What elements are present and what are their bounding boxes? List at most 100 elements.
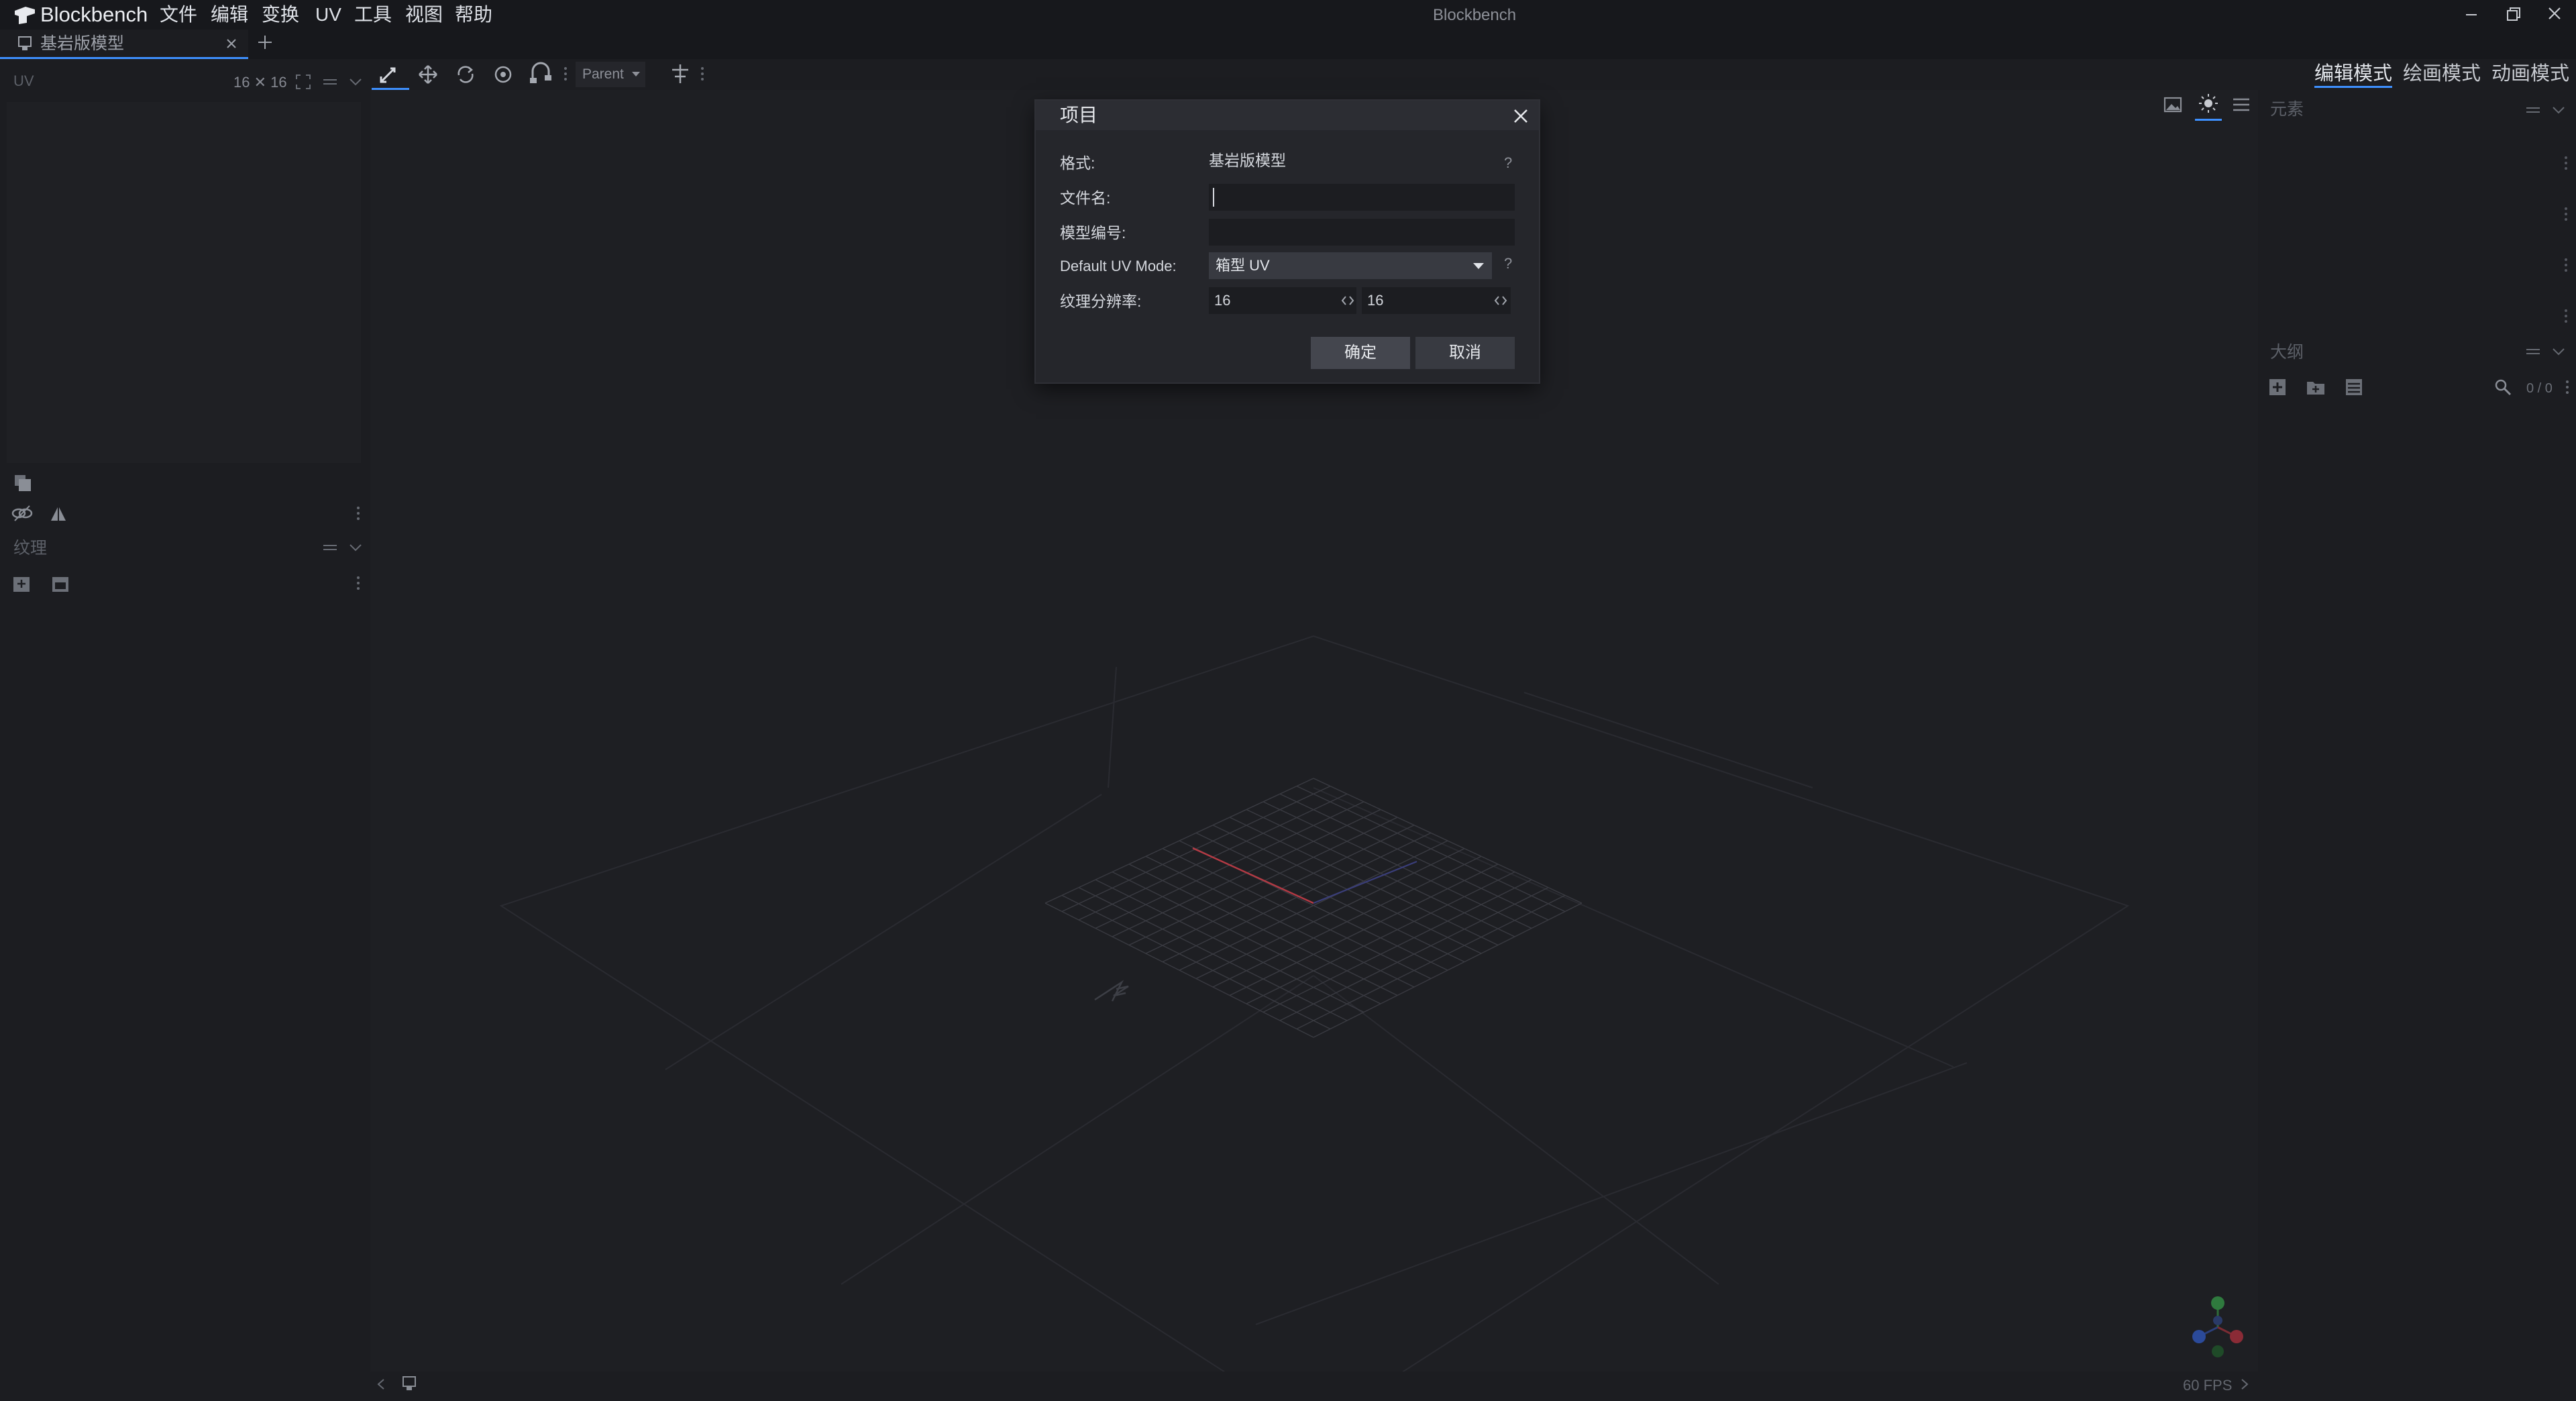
resolution-height-input[interactable]: 16 — [1362, 287, 1511, 314]
filename-input[interactable] — [1209, 184, 1515, 211]
elements-panel-title: 元素 — [2270, 100, 2304, 119]
textures-collapse-chevron-icon[interactable] — [346, 538, 365, 557]
menu-tools[interactable]: 工具 — [354, 1, 392, 28]
menu-view[interactable]: 视图 — [405, 1, 443, 28]
restore-button[interactable] — [2500, 1, 2526, 28]
add-cube-icon[interactable] — [2267, 377, 2288, 397]
pivot-tool-icon[interactable] — [488, 60, 518, 89]
background-image-icon[interactable] — [2161, 94, 2184, 115]
mode-animate[interactable]: 动画模式 — [2491, 62, 2569, 86]
collapse-chevron-icon[interactable] — [346, 72, 365, 91]
cancel-button[interactable]: 取消 — [1415, 337, 1515, 369]
uv-panel-header: UV 16 ✕ 16 — [0, 67, 368, 97]
tab-bar — [0, 30, 2576, 59]
uv-mode-select-value: 箱型 UV — [1216, 257, 1270, 274]
resolution-width-value: 16 — [1214, 292, 1231, 309]
resolution-height-value: 16 — [1367, 292, 1384, 309]
window-title: Blockbench — [1433, 6, 1517, 24]
text-caret — [1213, 188, 1214, 207]
tab-bedrock-model[interactable]: 基岩版模型 — [0, 30, 248, 59]
elements-more-icon-1[interactable] — [2563, 154, 2569, 172]
resolution-width-input[interactable]: 16 — [1209, 287, 1356, 314]
resize-tool-icon[interactable] — [413, 60, 443, 89]
mirror-icon[interactable] — [48, 503, 68, 523]
model-id-label: 模型编号: — [1060, 224, 1126, 242]
fps-counter: 60 FPS — [2183, 1377, 2233, 1394]
toolbar-more-icon[interactable] — [562, 64, 569, 85]
dialog-close-icon[interactable] — [1509, 105, 1532, 127]
fullscreen-icon[interactable] — [294, 72, 313, 91]
scroll-right-icon[interactable] — [2238, 1374, 2251, 1394]
dialog-title: 项目 — [1060, 105, 1098, 125]
width-drag-arrows-icon[interactable] — [1340, 294, 1355, 307]
elements-more-icon-4[interactable] — [2563, 307, 2569, 325]
close-window-button[interactable] — [2541, 1, 2568, 28]
title-bar: Blockbench 文件 编辑 变换 UV 工具 视图 帮助 Blockben… — [0, 0, 2576, 30]
dialog-titlebar: 项目 — [1036, 101, 1539, 130]
scroll-left-icon[interactable] — [374, 1374, 388, 1394]
new-tab-icon[interactable] — [255, 32, 275, 52]
import-texture-icon[interactable] — [11, 574, 32, 594]
center-tool-icon[interactable] — [668, 62, 692, 86]
app-name: Blockbench — [40, 3, 148, 26]
textures-panel-title: 纹理 — [13, 539, 48, 558]
menu-file[interactable]: 文件 — [160, 1, 197, 28]
tab-close-icon[interactable] — [223, 35, 240, 52]
height-drag-arrows-icon[interactable] — [1493, 294, 1508, 307]
vertex-snap-tool-icon[interactable] — [526, 60, 555, 89]
axis-navigation-gizmo-icon[interactable] — [2186, 1294, 2250, 1361]
copy-icon[interactable] — [12, 472, 34, 494]
add-group-icon[interactable] — [2305, 377, 2326, 397]
uv-mode-help-icon[interactable]: ? — [1504, 255, 1512, 272]
status-model-icon — [400, 1374, 419, 1394]
uv-editor-canvas[interactable] — [7, 102, 361, 463]
rotate-tool-icon[interactable] — [451, 60, 480, 89]
outliner-count: 0 / 0 — [2526, 381, 2553, 396]
outliner-panel-title: 大纲 — [2270, 343, 2304, 362]
lighting-toggle-icon[interactable] — [2195, 91, 2222, 121]
move-tool-button[interactable] — [372, 59, 409, 90]
create-texture-icon[interactable] — [50, 574, 71, 594]
dropdown-arrow-icon — [1473, 263, 1484, 269]
mode-edit[interactable]: 编辑模式 — [2314, 62, 2393, 88]
outliner-drag-handle-icon[interactable] — [2524, 342, 2542, 361]
model-icon — [16, 35, 34, 52]
elements-more-icon-2[interactable] — [2563, 205, 2569, 223]
textures-drag-handle-icon[interactable] — [321, 538, 339, 557]
pivot-select[interactable]: Parent — [576, 62, 645, 87]
uv-mode-label: Default UV Mode: — [1060, 258, 1177, 274]
outliner-collapse-chevron-icon[interactable] — [2549, 342, 2568, 361]
menu-edit[interactable]: 编辑 — [211, 1, 248, 28]
elements-more-icon-3[interactable] — [2563, 256, 2569, 274]
elements-drag-handle-icon[interactable] — [2524, 101, 2542, 119]
elements-collapse-chevron-icon[interactable] — [2549, 101, 2568, 119]
outliner-search-icon[interactable] — [2493, 377, 2513, 397]
uv-mode-select[interactable]: 箱型 UV — [1209, 252, 1492, 279]
project-dialog: 项目 格式: 基岩版模型 ? 文件名: 模型编号: Default UV Mod… — [1036, 101, 1539, 382]
outliner-more-icon[interactable] — [2564, 378, 2571, 396]
format-label: 格式: — [1060, 154, 1095, 172]
confirm-button[interactable]: 确定 — [1311, 337, 1410, 369]
more-icon[interactable] — [354, 505, 362, 522]
format-help-icon[interactable]: ? — [1504, 154, 1512, 172]
viewport-menu-icon[interactable] — [2230, 94, 2253, 115]
menu-uv[interactable]: UV — [315, 1, 341, 28]
link-icon[interactable] — [11, 503, 34, 523]
tool-toolbar: Parent — [368, 59, 2261, 90]
mode-paint[interactable]: 绘画模式 — [2403, 62, 2481, 86]
model-id-input[interactable] — [1209, 219, 1515, 246]
resolution-label: 纹理分辨率: — [1060, 293, 1142, 310]
filename-label: 文件名: — [1060, 189, 1111, 207]
blockbench-logo-icon — [12, 4, 36, 25]
sort-icon[interactable] — [2344, 377, 2364, 397]
right-sidebar — [2261, 94, 2576, 1401]
minimize-button[interactable] — [2458, 1, 2485, 28]
uv-size-readout: 16 ✕ 16 — [233, 74, 287, 91]
drag-handle-icon[interactable] — [321, 72, 339, 91]
toolbar-more-icon-2[interactable] — [699, 64, 706, 85]
menu-help[interactable]: 帮助 — [455, 1, 492, 28]
textures-more-icon[interactable] — [354, 574, 362, 592]
tab-label: 基岩版模型 — [40, 34, 125, 53]
menu-transform[interactable]: 变换 — [262, 1, 299, 28]
uv-panel-title: UV — [13, 72, 34, 89]
